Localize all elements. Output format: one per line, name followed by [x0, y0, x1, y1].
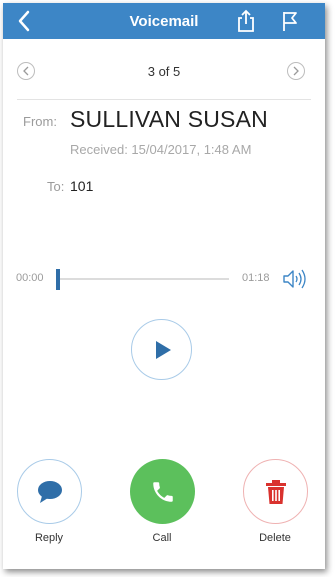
delete-button[interactable]	[243, 459, 308, 524]
phone-icon	[152, 481, 173, 502]
to-label: To:	[47, 179, 65, 194]
play-button[interactable]	[131, 319, 192, 380]
duration: 01:18	[242, 272, 270, 284]
speaker-button[interactable]	[281, 268, 307, 290]
share-icon	[238, 9, 254, 32]
chevron-right-circle-icon	[293, 66, 299, 76]
header-bar: Voicemail	[3, 3, 325, 39]
divider	[17, 99, 311, 100]
voicemail-screen: Voicemail 3 of 5 From: SULLIVAN SUSAN Re…	[3, 3, 325, 569]
call-button[interactable]	[130, 459, 195, 524]
caller-name: SULLIVAN SUSAN	[70, 106, 268, 132]
chat-bubble-icon	[37, 480, 62, 503]
speaker-icon	[283, 269, 306, 289]
chevron-left-icon	[18, 10, 30, 32]
from-label: From:	[23, 114, 57, 129]
page-title: Voicemail	[129, 12, 199, 30]
trash-icon	[265, 479, 286, 504]
call-label: Call	[152, 532, 172, 544]
message-navigation: 3 of 5	[3, 55, 325, 87]
share-button[interactable]	[231, 3, 261, 39]
received-timestamp: Received: 15/04/2017, 1:48 AM	[70, 142, 252, 157]
delete-label: Delete	[259, 532, 291, 544]
reply-label: Reply	[34, 532, 64, 544]
recipient-extension: 101	[70, 178, 94, 194]
flag-icon	[283, 12, 297, 31]
play-icon	[155, 340, 171, 359]
message-counter: 3 of 5	[147, 63, 181, 79]
chevron-left-circle-icon	[23, 66, 29, 76]
current-time: 00:00	[16, 272, 44, 284]
back-button[interactable]	[9, 3, 39, 39]
next-message-button[interactable]	[287, 62, 305, 80]
progress-handle[interactable]	[56, 269, 60, 290]
previous-message-button[interactable]	[17, 62, 35, 80]
progress-track[interactable]	[58, 278, 229, 280]
flag-button[interactable]	[275, 3, 305, 39]
reply-button[interactable]	[17, 459, 82, 524]
